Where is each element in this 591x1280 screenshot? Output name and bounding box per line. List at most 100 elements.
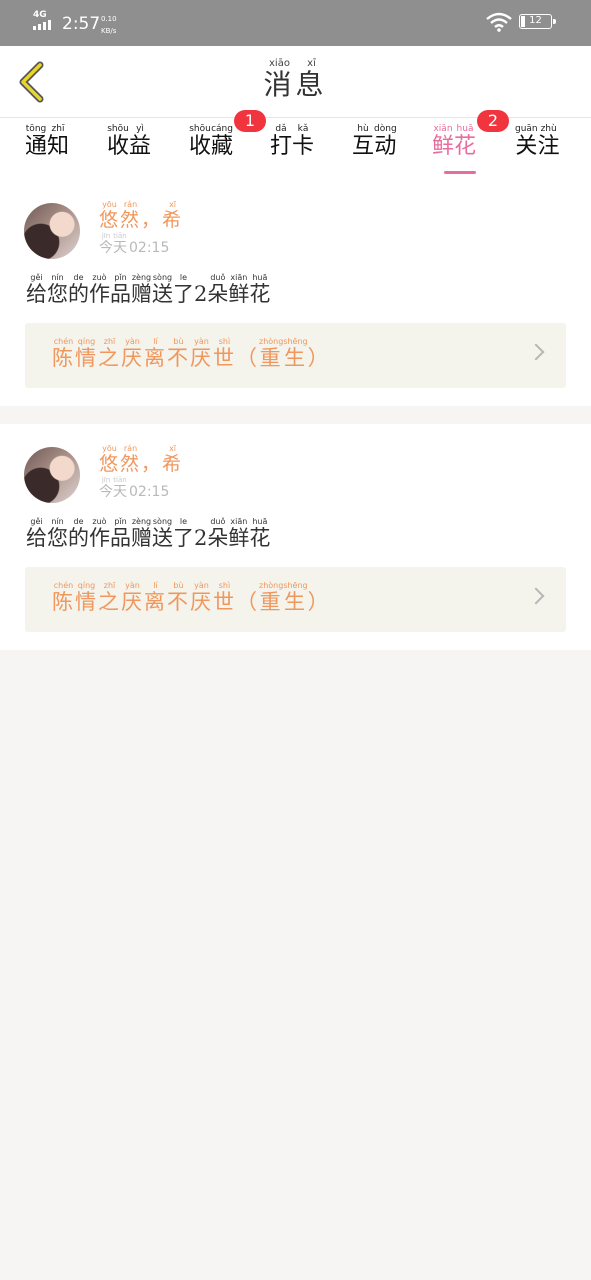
ruby-char: 您nín bbox=[47, 517, 68, 550]
tab-xiān-huā[interactable]: 鲜xiān花huā bbox=[432, 124, 476, 176]
tab-label: 鲜xiān花huā bbox=[432, 124, 476, 160]
status-time: 2:57 bbox=[62, 14, 101, 34]
message-time: 今jīn天tiān02:15 bbox=[99, 476, 169, 501]
ruby-char: 世shì bbox=[213, 337, 236, 370]
avatar[interactable] bbox=[24, 203, 80, 259]
ruby-char: 希xī bbox=[162, 444, 184, 475]
ruby-char: 厌yàn bbox=[190, 581, 213, 614]
tab-guān-zhù[interactable]: 关guān注zhù bbox=[515, 124, 560, 176]
ruby-char: 花huā bbox=[454, 124, 477, 159]
tab-shōu-yì[interactable]: 收shōu益yì bbox=[107, 124, 151, 176]
unread-badge: 2 bbox=[477, 110, 509, 132]
ruby-char: 鲜xiān bbox=[432, 124, 455, 159]
ruby-char: 赠zèng bbox=[131, 273, 152, 306]
ruby-char: 卡kǎ bbox=[292, 124, 315, 159]
ruby-char: 了le bbox=[173, 517, 194, 550]
ruby-char: 世shì bbox=[213, 581, 236, 614]
work-title: 陈chén情qíng之zhī厌yàn离lí不bù厌yàn世shì（ 重zhòng… bbox=[52, 337, 331, 372]
chevron-right-icon bbox=[527, 587, 545, 605]
ruby-char: 鲜xiān bbox=[228, 273, 250, 306]
ruby-char: 离lí bbox=[144, 581, 167, 614]
work-link[interactable]: 陈chén情qíng之zhī厌yàn离lí不bù厌yàn世shì（ 重zhòng… bbox=[25, 567, 566, 632]
ruby-char: 关guān bbox=[515, 124, 538, 159]
battery-icon: 12 bbox=[519, 14, 556, 29]
sender-name[interactable]: 悠yōu然rán， 希xī bbox=[99, 444, 183, 476]
ruby-char: ， bbox=[141, 453, 163, 475]
ruby-char: 花huā bbox=[249, 273, 271, 306]
work-title: 陈chén情qíng之zhī厌yàn离lí不bù厌yàn世shì（ 重zhòng… bbox=[52, 581, 331, 616]
ruby-char: 生shēng bbox=[283, 337, 308, 370]
ruby-char: 天tiān bbox=[113, 232, 127, 256]
ruby-char: 2 bbox=[194, 526, 208, 550]
message-card: 悠yōu然rán， 希xī 今jīn天tiān02:15 给gěi您nín的de作z… bbox=[0, 424, 591, 650]
ruby-char: 注zhù bbox=[537, 124, 560, 159]
message-text: 给gěi您nín的de作zuò品pǐn赠zèng送sòng了le2 朵duǒ鲜x… bbox=[26, 273, 270, 308]
ruby-char: 赠zèng bbox=[131, 517, 152, 550]
time-value: 02:15 bbox=[129, 240, 170, 256]
ruby-char: 了le bbox=[173, 273, 194, 306]
ruby-char: 朵duǒ bbox=[207, 273, 229, 306]
ruby-char: 朵duǒ bbox=[207, 517, 229, 550]
ruby-char: 的de bbox=[68, 273, 89, 306]
ruby-char: ， bbox=[141, 209, 163, 231]
ruby-char: 情qíng bbox=[75, 337, 98, 370]
work-link[interactable]: 陈chén情qíng之zhī厌yàn离lí不bù厌yàn世shì（ 重zhòng… bbox=[25, 323, 566, 388]
ruby-char: 厌yàn bbox=[121, 581, 144, 614]
tab-label: 收shōu藏cáng bbox=[189, 124, 233, 160]
ruby-char: 情qíng bbox=[75, 581, 98, 614]
ruby-char: 送sòng bbox=[152, 273, 173, 306]
ruby-char: 厌yàn bbox=[121, 337, 144, 370]
avatar[interactable] bbox=[24, 447, 80, 503]
ruby-char: 作zuò bbox=[89, 517, 110, 550]
tab-label: 收shōu益yì bbox=[107, 124, 151, 160]
ruby-char: 2 bbox=[194, 282, 208, 306]
ruby-char: 给gěi bbox=[26, 273, 47, 306]
network-speed: 0.10 KB/s bbox=[101, 13, 117, 37]
tab-label: 关guān注zhù bbox=[515, 124, 560, 160]
ruby-char: 生shēng bbox=[283, 581, 308, 614]
speed-value: 0.10 bbox=[101, 15, 117, 23]
ruby-char: 的de bbox=[68, 517, 89, 550]
ruby-char: 重zhòng bbox=[259, 581, 284, 614]
ruby-char: 给gěi bbox=[26, 517, 47, 550]
ruby-char: 作zuò bbox=[89, 273, 110, 306]
tab-shōu-cáng[interactable]: 收shōu藏cáng bbox=[189, 124, 233, 176]
ruby-char: 今jīn bbox=[99, 232, 113, 256]
ruby-char: 益yì bbox=[129, 124, 152, 159]
tab-label: 通tōng知zhī bbox=[25, 124, 69, 160]
ruby-char: 悠yōu bbox=[99, 200, 121, 231]
tab-tōng-zhī[interactable]: 通tōng知zhī bbox=[25, 124, 69, 176]
ruby-char: 您nín bbox=[47, 273, 68, 306]
ruby-char: 收shōu bbox=[107, 124, 130, 159]
sender-name[interactable]: 悠yōu然rán， 希xī bbox=[99, 200, 183, 232]
status-bar: 4G 2:57 0.10 KB/s 12 bbox=[0, 0, 591, 46]
ruby-char: 悠yōu bbox=[99, 444, 121, 475]
signal-icon bbox=[33, 20, 57, 30]
ruby-char: 今jīn bbox=[99, 476, 113, 500]
ruby-char: 厌yàn bbox=[190, 337, 213, 370]
ruby-char: 重zhòng bbox=[259, 337, 284, 370]
ruby-char: 消xiāo bbox=[263, 58, 296, 101]
ruby-char: 陈chén bbox=[52, 337, 75, 370]
tab-label: 互hù动dòng bbox=[352, 124, 397, 160]
ruby-char: 息xī bbox=[295, 58, 328, 101]
ruby-char: 品pǐn bbox=[110, 517, 131, 550]
ruby-char: 品pǐn bbox=[110, 273, 131, 306]
ruby-char: 知zhī bbox=[47, 124, 70, 159]
tab-dǎ-kǎ[interactable]: 打dǎ卡kǎ bbox=[270, 124, 314, 176]
ruby-char: 离lí bbox=[144, 337, 167, 370]
ruby-char: 之zhī bbox=[98, 337, 121, 370]
active-tab-indicator bbox=[444, 171, 476, 174]
ruby-char: 不bù bbox=[167, 337, 190, 370]
ruby-char: 花huā bbox=[249, 517, 271, 550]
ruby-char: 不bù bbox=[167, 581, 190, 614]
ruby-char: （ bbox=[236, 346, 259, 370]
tab-hù-dòng[interactable]: 互hù动dòng bbox=[352, 124, 397, 176]
message-text: 给gěi您nín的de作zuò品pǐn赠zèng送sòng了le2 朵duǒ鲜x… bbox=[26, 517, 270, 552]
ruby-char: ） bbox=[307, 590, 331, 614]
tab-bar: 通tōng知zhī 收shōu益yì 收shōu藏cáng 1 打dǎ卡kǎ 互hù动dò… bbox=[0, 110, 591, 180]
chevron-right-icon bbox=[527, 343, 545, 361]
ruby-char: 然rán bbox=[120, 444, 142, 475]
ruby-char: 动dòng bbox=[374, 124, 397, 159]
tab-label: 打dǎ卡kǎ bbox=[270, 124, 314, 160]
